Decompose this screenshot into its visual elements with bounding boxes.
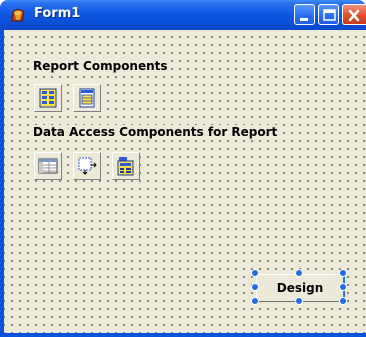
- report-components-label: Report Components: [31, 59, 170, 73]
- maximize-icon: [323, 9, 336, 21]
- resize-handle-top[interactable]: [295, 269, 303, 277]
- maximize-button[interactable]: [318, 4, 339, 25]
- data-table-icon: [38, 158, 58, 174]
- resize-handle-bottom[interactable]: [295, 297, 303, 305]
- report-component-2[interactable]: [73, 84, 101, 112]
- data-component-2[interactable]: [73, 152, 101, 180]
- close-button[interactable]: [342, 4, 366, 25]
- resize-handle-top-left[interactable]: [251, 269, 259, 277]
- resize-handle-left[interactable]: [251, 283, 259, 291]
- report-grid-icon: [39, 88, 57, 108]
- minimize-button[interactable]: [294, 4, 315, 25]
- report-page-icon: [79, 88, 95, 108]
- resize-handle-bottom-right[interactable]: [339, 297, 347, 305]
- resize-handle-top-right[interactable]: [339, 269, 347, 277]
- data-pipeline-icon: [117, 157, 134, 176]
- data-link-icon: [78, 157, 97, 175]
- app-icon[interactable]: [9, 6, 27, 24]
- window-bottom-border: [4, 333, 366, 337]
- title-bar[interactable]: Form1: [0, 0, 366, 30]
- report-component-1[interactable]: [34, 84, 62, 112]
- form-window: Form1 Report Components Data Access Comp: [0, 0, 366, 337]
- data-component-1[interactable]: [34, 152, 62, 180]
- resize-handle-right[interactable]: [339, 283, 347, 291]
- minimize-icon: [300, 18, 308, 21]
- resize-handle-bottom-left[interactable]: [251, 297, 259, 305]
- data-component-3[interactable]: [112, 152, 140, 180]
- close-icon: [348, 9, 360, 22]
- data-access-components-label: Data Access Components for Report: [31, 125, 280, 139]
- window-title: Form1: [34, 6, 81, 21]
